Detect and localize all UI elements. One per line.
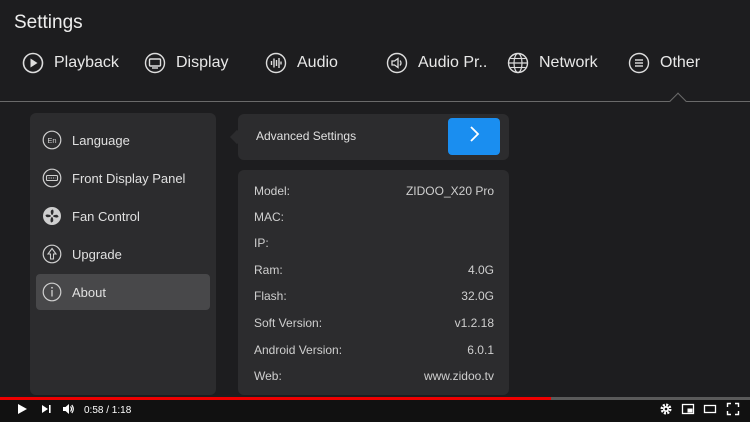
menu-item-about[interactable]: About — [36, 274, 210, 310]
language-icon-text: En — [47, 136, 56, 145]
list-icon — [628, 52, 650, 74]
info-key: Model: — [254, 184, 291, 198]
selected-tab-indicator — [669, 92, 687, 110]
menu-item-label: Front Display Panel — [72, 170, 186, 186]
tab-playback[interactable]: Playback — [22, 46, 119, 80]
category-tabs: Playback Display Audio Audio Pr.. Networ… — [0, 46, 750, 80]
fan-icon — [42, 206, 62, 226]
upgrade-icon — [42, 244, 62, 264]
tab-audio-processing[interactable]: Audio Pr.. — [386, 46, 487, 80]
menu-item-front-display-panel[interactable]: Front Display Panel — [36, 160, 210, 196]
tab-label: Audio Pr.. — [418, 54, 488, 71]
info-key: Soft Version: — [254, 316, 323, 330]
speaker-icon — [386, 52, 408, 74]
info-value: 6.0.1 — [467, 343, 494, 357]
menu-item-language[interactable]: En Language — [36, 122, 210, 158]
menu-item-label: Upgrade — [72, 246, 122, 262]
tab-display[interactable]: Display — [144, 46, 228, 80]
menu-item-label: Fan Control — [72, 208, 140, 224]
tab-other[interactable]: Other — [628, 46, 700, 80]
info-row-soft-version: Soft Version: v1.2.18 — [254, 316, 494, 332]
menu-item-label: About — [72, 284, 106, 300]
tab-label: Display — [176, 54, 229, 71]
volume-icon — [61, 402, 75, 421]
tab-label: Network — [539, 54, 598, 71]
other-menu: En Language Front Display Panel Fan Cont… — [30, 113, 216, 395]
next-button[interactable] — [38, 403, 54, 419]
globe-icon — [507, 52, 529, 74]
fullscreen-button[interactable] — [725, 402, 741, 421]
menu-item-label: Language — [72, 132, 130, 148]
miniplayer-icon — [681, 402, 695, 421]
fullscreen-icon — [726, 402, 740, 421]
language-icon: En — [42, 130, 62, 150]
tab-label: Audio — [297, 54, 338, 71]
info-icon — [42, 282, 62, 302]
info-key: IP: — [254, 236, 269, 250]
menu-item-fan-control[interactable]: Fan Control — [36, 198, 210, 234]
tab-label: Playback — [54, 54, 119, 71]
info-key: Web: — [254, 369, 282, 383]
tab-divider — [0, 101, 750, 102]
front-panel-icon — [42, 168, 62, 188]
settings-title: Settings — [14, 12, 83, 33]
menu-item-upgrade[interactable]: Upgrade — [36, 236, 210, 272]
info-row-ip: IP: — [254, 236, 494, 252]
info-row-model: Model: ZIDOO_X20 Pro — [254, 184, 494, 200]
theater-mode-button[interactable] — [702, 403, 718, 419]
info-row-ram: Ram: 4.0G — [254, 263, 494, 279]
tab-label: Other — [660, 54, 701, 71]
play-icon — [15, 402, 29, 421]
advanced-settings-row[interactable]: Advanced Settings — [238, 114, 509, 160]
miniplayer-button[interactable] — [680, 403, 696, 419]
video-controls-bar: 0:58 / 1:18 — [0, 400, 750, 422]
time-display: 0:58 / 1:18 — [84, 405, 132, 416]
info-row-android-version: Android Version: 6.0.1 — [254, 343, 494, 359]
info-value: www.zidoo.tv — [423, 369, 494, 383]
advanced-settings-label: Advanced Settings — [256, 129, 357, 143]
gear-icon — [659, 402, 673, 421]
about-info-panel: Model: ZIDOO_X20 Pro MAC: IP: Ram: 4.0G … — [238, 170, 509, 395]
play-button[interactable] — [14, 403, 30, 419]
play-circle-icon — [22, 52, 44, 74]
audio-wave-icon — [265, 52, 287, 74]
info-row-flash: Flash: 32.0G — [254, 289, 494, 305]
volume-button[interactable] — [60, 403, 76, 419]
tab-audio[interactable]: Audio — [265, 46, 338, 80]
info-value: ZIDOO_X20 Pro — [405, 184, 494, 198]
monitor-icon — [144, 52, 166, 74]
info-row-web: Web: www.zidoo.tv — [254, 369, 494, 385]
chevron-right-icon — [467, 125, 481, 148]
info-key: Android Version: — [254, 343, 343, 357]
advanced-settings-button[interactable] — [448, 118, 500, 155]
settings-button[interactable] — [658, 403, 674, 419]
info-row-mac: MAC: — [254, 210, 494, 226]
info-value: v1.2.18 — [454, 316, 494, 330]
info-value: 32.0G — [461, 289, 494, 303]
info-key: Flash: — [254, 289, 287, 303]
theater-icon — [703, 402, 717, 421]
info-value: 4.0G — [467, 263, 494, 277]
info-key: MAC: — [254, 210, 284, 224]
skip-next-icon — [39, 402, 53, 421]
info-key: Ram: — [254, 263, 283, 277]
tab-network[interactable]: Network — [507, 46, 598, 80]
